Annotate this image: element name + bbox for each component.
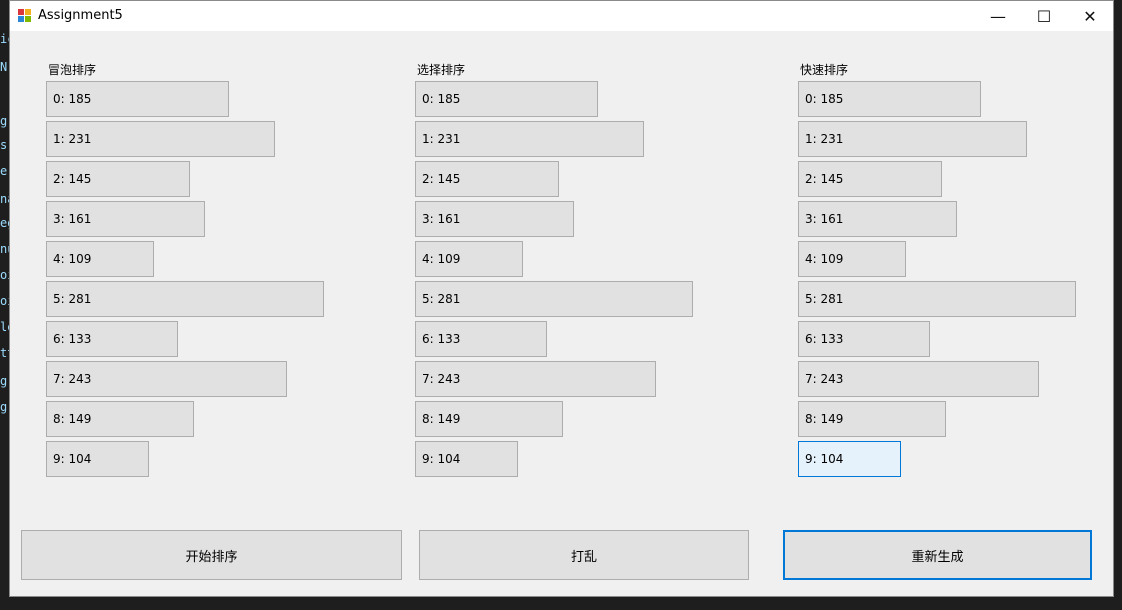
quick-bar-5[interactable]: 5: 281 bbox=[798, 281, 1076, 317]
background-text: N bbox=[0, 60, 8, 74]
minimize-button[interactable]: — bbox=[975, 1, 1021, 31]
bubble-bar-3[interactable]: 3: 161 bbox=[46, 201, 205, 237]
selection-bar-3[interactable]: 3: 161 bbox=[415, 201, 574, 237]
quick-bar-0[interactable]: 0: 185 bbox=[798, 81, 981, 117]
bubble-bar-5[interactable]: 5: 281 bbox=[46, 281, 324, 317]
quick-bar-7[interactable]: 7: 243 bbox=[798, 361, 1039, 397]
bubble-bar-8[interactable]: 8: 149 bbox=[46, 401, 194, 437]
selection-bar-5[interactable]: 5: 281 bbox=[415, 281, 693, 317]
selection-bar-2[interactable]: 2: 145 bbox=[415, 161, 559, 197]
selection-bar-7[interactable]: 7: 243 bbox=[415, 361, 656, 397]
bubble-bar-2[interactable]: 2: 145 bbox=[46, 161, 190, 197]
quick-sort-label: 快速排序 bbox=[800, 63, 849, 77]
close-button[interactable]: ✕ bbox=[1067, 1, 1113, 31]
selection-sort-label: 选择排序 bbox=[417, 63, 466, 77]
shuffle-button[interactable]: 打乱 bbox=[419, 530, 749, 580]
bubble-bar-0[interactable]: 0: 185 bbox=[46, 81, 229, 117]
background-text: g bbox=[0, 114, 8, 128]
bubble-bar-4[interactable]: 4: 109 bbox=[46, 241, 154, 277]
quick-bar-2[interactable]: 2: 145 bbox=[798, 161, 942, 197]
maximize-button[interactable]: ☐ bbox=[1021, 1, 1067, 31]
selection-bar-4[interactable]: 4: 109 bbox=[415, 241, 523, 277]
bubble-sort-label: 冒泡排序 bbox=[48, 63, 97, 77]
bubble-bar-1[interactable]: 1: 231 bbox=[46, 121, 275, 157]
background-text: s bbox=[0, 138, 8, 152]
selection-bar-1[interactable]: 1: 231 bbox=[415, 121, 644, 157]
title-bar[interactable]: Assignment5 — ☐ ✕ bbox=[10, 1, 1113, 31]
bubble-bar-6[interactable]: 6: 133 bbox=[46, 321, 178, 357]
app-window: Assignment5 — ☐ ✕ 冒泡排序 选择排序 快速排序 0: 185 1… bbox=[9, 0, 1114, 597]
quick-bar-1[interactable]: 1: 231 bbox=[798, 121, 1027, 157]
quick-bar-8[interactable]: 8: 149 bbox=[798, 401, 946, 437]
quick-bar-3[interactable]: 3: 161 bbox=[798, 201, 957, 237]
quick-bar-9[interactable]: 9: 104 bbox=[798, 441, 901, 477]
background-text: g bbox=[0, 400, 8, 414]
bubble-bar-7[interactable]: 7: 243 bbox=[46, 361, 287, 397]
bubble-bar-9[interactable]: 9: 104 bbox=[46, 441, 149, 477]
background-text: g bbox=[0, 374, 8, 388]
selection-bar-0[interactable]: 0: 185 bbox=[415, 81, 598, 117]
regenerate-button[interactable]: 重新生成 bbox=[783, 530, 1092, 580]
quick-bar-6[interactable]: 6: 133 bbox=[798, 321, 930, 357]
app-icon bbox=[18, 9, 32, 23]
selection-bar-8[interactable]: 8: 149 bbox=[415, 401, 563, 437]
window-title: Assignment5 bbox=[38, 8, 123, 23]
selection-bar-9[interactable]: 9: 104 bbox=[415, 441, 518, 477]
selection-bar-6[interactable]: 6: 133 bbox=[415, 321, 547, 357]
quick-bar-4[interactable]: 4: 109 bbox=[798, 241, 906, 277]
start-sort-button[interactable]: 开始排序 bbox=[21, 530, 402, 580]
background-text: e bbox=[0, 164, 8, 178]
